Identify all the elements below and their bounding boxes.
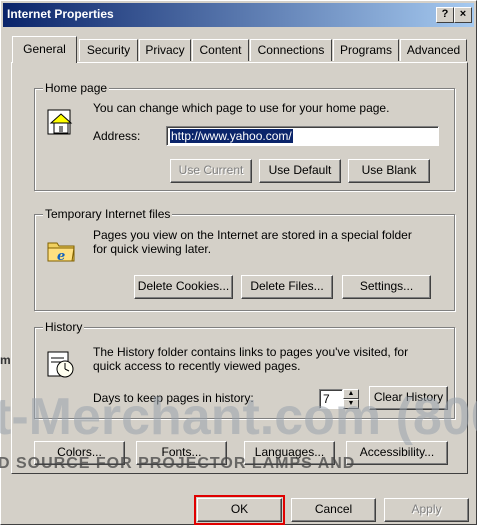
use-blank-button[interactable]: Use Blank: [348, 159, 430, 183]
internet-explorer-folder-icon: e: [47, 242, 75, 264]
address-label: Address:: [93, 129, 141, 143]
tab-advanced[interactable]: Advanced: [400, 39, 467, 61]
temp-files-group: Temporary Internet files e Pages you vie…: [34, 207, 455, 311]
help-button[interactable]: ?: [436, 7, 454, 23]
address-input[interactable]: http://www.yahoo.com/: [166, 126, 439, 146]
use-current-button[interactable]: Use Current: [170, 159, 252, 183]
delete-files-button[interactable]: Delete Files...: [241, 275, 333, 299]
home-page-group: Home page You can change which page to u…: [34, 81, 455, 191]
tab-security[interactable]: Security: [79, 39, 138, 61]
tab-connections[interactable]: Connections: [250, 39, 332, 61]
delete-cookies-button[interactable]: Delete Cookies...: [134, 275, 233, 299]
address-value: http://www.yahoo.com/: [170, 129, 293, 143]
temp-files-group-title: Temporary Internet files: [43, 207, 173, 221]
apply-button[interactable]: Apply: [384, 498, 469, 522]
ok-button[interactable]: OK: [194, 495, 285, 525]
tab-content[interactable]: Content: [192, 39, 249, 61]
home-page-group-title: Home page: [43, 81, 110, 95]
home-page-description: You can change which page to use for you…: [93, 101, 390, 115]
history-description-line2: quick access to recently viewed pages.: [93, 359, 301, 373]
history-description-line1: The History folder contains links to pag…: [93, 345, 409, 359]
tab-privacy[interactable]: Privacy: [139, 39, 191, 61]
settings-button[interactable]: Settings...: [342, 275, 431, 299]
window-title: Internet Properties: [7, 7, 114, 21]
tab-general[interactable]: General: [12, 36, 77, 63]
watermark-sub-text: D SOURCE FOR PROJECTOR LAMPS AND: [0, 455, 356, 472]
history-group-title: History: [43, 320, 85, 334]
cancel-button[interactable]: Cancel: [291, 498, 376, 522]
temp-files-description-line2: for quick viewing later.: [93, 242, 212, 256]
home-page-icon: [47, 109, 73, 135]
watermark-main-text: t-Merchant.com (800): [0, 393, 477, 446]
tab-programs[interactable]: Programs: [333, 39, 399, 61]
history-clock-icon: [47, 351, 74, 378]
title-bar[interactable]: Internet Properties ? ×: [3, 3, 474, 27]
watermark-left-fragment: m: [0, 353, 11, 367]
temp-files-description-line1: Pages you view on the Internet are store…: [93, 228, 412, 242]
svg-text:e: e: [57, 249, 65, 264]
use-default-button[interactable]: Use Default: [259, 159, 341, 183]
close-button[interactable]: ×: [454, 7, 472, 23]
